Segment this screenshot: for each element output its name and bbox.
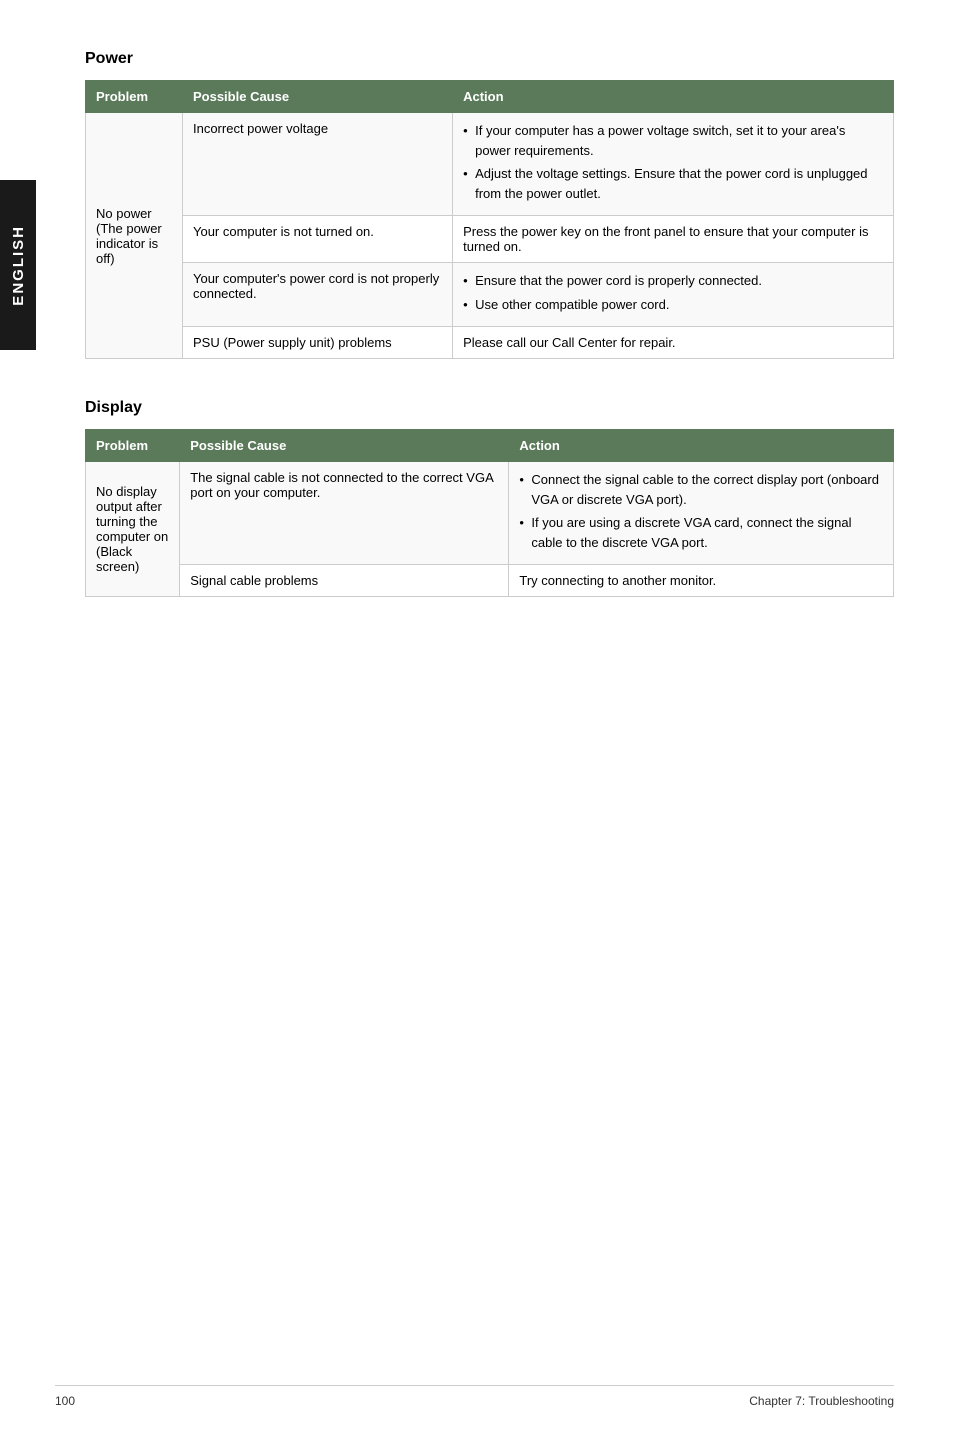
- power-table: Problem Possible Cause Action No power(T…: [85, 80, 894, 359]
- power-problem-cell: No power(The powerindicator is off): [86, 113, 183, 359]
- power-cause-3: Your computer's power cord is not proper…: [182, 263, 452, 327]
- english-text: ENGLISH: [10, 225, 27, 306]
- display-table: Problem Possible Cause Action No display…: [85, 429, 894, 597]
- display-action-1: Connect the signal cable to the correct …: [509, 462, 894, 565]
- power-section-title: Power: [85, 50, 894, 68]
- power-row-2: Your computer is not turned on. Press th…: [86, 216, 894, 263]
- power-header-cause: Possible Cause: [182, 81, 452, 113]
- power-action-3-item-1: Ensure that the power cord is properly c…: [463, 271, 883, 291]
- power-row-1: No power(The powerindicator is off) Inco…: [86, 113, 894, 216]
- page-number: 100: [55, 1394, 75, 1408]
- power-header-problem: Problem: [86, 81, 183, 113]
- english-label: ENGLISH: [0, 180, 36, 350]
- power-cause-1: Incorrect power voltage: [182, 113, 452, 216]
- power-action-4: Please call our Call Center for repair.: [453, 327, 894, 359]
- display-cause-1: The signal cable is not connected to the…: [180, 462, 509, 565]
- display-cause-2: Signal cable problems: [180, 565, 509, 597]
- display-header-cause: Possible Cause: [180, 430, 509, 462]
- display-header-problem: Problem: [86, 430, 180, 462]
- power-action-3: Ensure that the power cord is properly c…: [453, 263, 894, 327]
- display-action-2: Try connecting to another monitor.: [509, 565, 894, 597]
- power-action-2: Press the power key on the front panel t…: [453, 216, 894, 263]
- display-action-1-item-2: If you are using a discrete VGA card, co…: [519, 513, 883, 552]
- page-footer: 100 Chapter 7: Troubleshooting: [55, 1385, 894, 1408]
- display-problem-cell: No displayoutput afterturning thecompute…: [86, 462, 180, 597]
- chapter-label: Chapter 7: Troubleshooting: [749, 1394, 894, 1408]
- power-action-1-item-1: If your computer has a power voltage swi…: [463, 121, 883, 160]
- power-action-1: If your computer has a power voltage swi…: [453, 113, 894, 216]
- power-row-4: PSU (Power supply unit) problems Please …: [86, 327, 894, 359]
- display-section-title: Display: [85, 399, 894, 417]
- display-action-1-item-1: Connect the signal cable to the correct …: [519, 470, 883, 509]
- power-cause-2: Your computer is not turned on.: [182, 216, 452, 263]
- display-header-action: Action: [509, 430, 894, 462]
- display-row-2: Signal cable problems Try connecting to …: [86, 565, 894, 597]
- display-row-1: No displayoutput afterturning thecompute…: [86, 462, 894, 565]
- power-cause-4: PSU (Power supply unit) problems: [182, 327, 452, 359]
- power-row-3: Your computer's power cord is not proper…: [86, 263, 894, 327]
- power-action-3-item-2: Use other compatible power cord.: [463, 295, 883, 315]
- power-header-action: Action: [453, 81, 894, 113]
- power-action-1-item-2: Adjust the voltage settings. Ensure that…: [463, 164, 883, 203]
